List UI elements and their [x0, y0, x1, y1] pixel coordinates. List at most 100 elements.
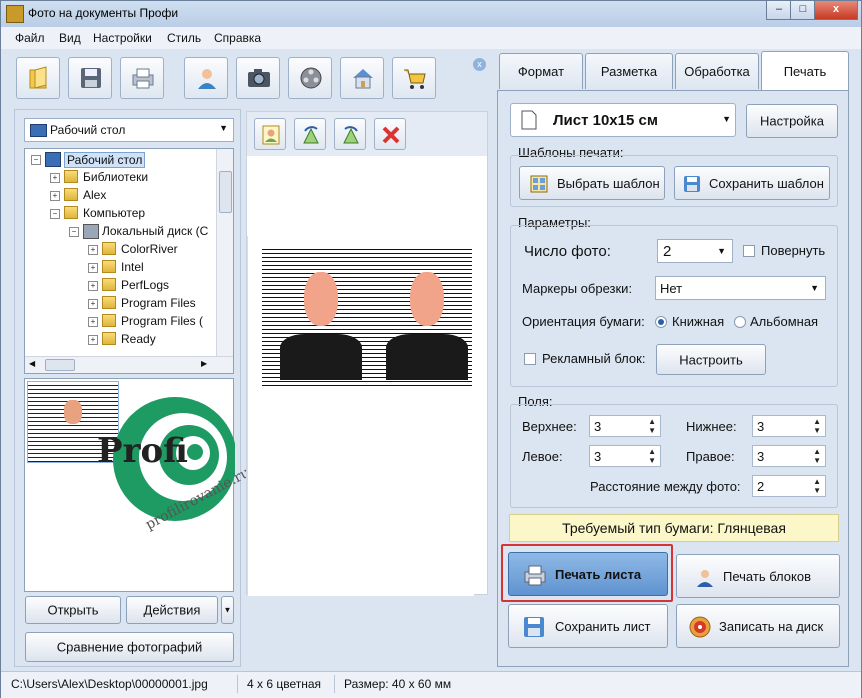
save-button[interactable]	[68, 57, 112, 99]
burn-disk-button[interactable]: Записать на диск	[676, 604, 840, 648]
person-photo-button[interactable]	[184, 57, 228, 99]
crop-marks-combo[interactable]: Нет ▼	[655, 276, 826, 300]
save-sheet-button[interactable]: Сохранить лист	[508, 604, 668, 648]
film-reel-icon	[300, 67, 322, 89]
menu-settings[interactable]: Настройки	[93, 31, 152, 45]
right-margin-spinner[interactable]: 3 ▲ ▼	[752, 445, 826, 467]
ad-block-checkbox[interactable]	[524, 353, 536, 365]
tree-item[interactable]: + Intel	[25, 259, 217, 277]
portrait-icon	[262, 125, 280, 145]
home-button[interactable]	[340, 57, 384, 99]
scroll-thumb[interactable]	[219, 171, 232, 213]
desktop-icon	[45, 152, 61, 167]
cart-button[interactable]	[392, 57, 436, 99]
toolbar-close-icon[interactable]: x	[473, 58, 486, 71]
scroll-left-icon[interactable]: ◀	[29, 359, 35, 368]
left-margin-label: Левое:	[522, 449, 563, 464]
collapse-icon[interactable]: −	[50, 209, 60, 219]
portrait-radio[interactable]	[655, 316, 667, 328]
save-template-button[interactable]: Сохранить шаблон	[674, 166, 830, 200]
actions-button[interactable]: Действия	[126, 596, 218, 624]
chevron-down-icon: ▼	[219, 123, 228, 133]
left-margin-spinner[interactable]: 3 ▲ ▼	[589, 445, 661, 467]
shopping-cart-icon	[404, 69, 426, 89]
menu-help[interactable]: Справка	[214, 31, 261, 45]
collapse-icon[interactable]: −	[69, 227, 79, 237]
menu-view[interactable]: Вид	[59, 31, 81, 45]
portrait-button[interactable]	[254, 118, 286, 150]
film-button[interactable]	[288, 57, 332, 99]
sheet-preview	[247, 236, 474, 596]
expand-icon[interactable]: +	[88, 281, 98, 291]
bottom-margin-spinner[interactable]: 3 ▲ ▼	[752, 415, 826, 437]
tree-item[interactable]: − Рабочий стол	[25, 151, 217, 169]
spin-arrows-icon[interactable]: ▲ ▼	[813, 417, 821, 435]
choose-template-button[interactable]: Выбрать шаблон	[519, 166, 665, 200]
printer-icon	[524, 565, 546, 586]
hscroll-thumb[interactable]	[45, 359, 75, 371]
tree-item-label: PerfLogs	[121, 278, 170, 292]
menu-bar: Файл Вид Настройки Стиль Справка	[1, 27, 861, 49]
open-photo-button[interactable]: Открыть	[25, 596, 121, 624]
tab-print[interactable]: Печать	[761, 51, 849, 91]
location-combo[interactable]: Рабочий стол ▼	[24, 118, 234, 142]
menu-file[interactable]: Файл	[15, 31, 45, 45]
tree-item[interactable]: + Библиотеки	[25, 169, 217, 187]
spin-arrows-icon[interactable]: ▲ ▼	[648, 417, 656, 435]
camera-icon	[248, 69, 270, 87]
print-sheet-button[interactable]: Печать листа	[508, 552, 668, 596]
tab-layout[interactable]: Разметка	[585, 53, 673, 89]
actions-dropdown[interactable]: ▼	[221, 596, 234, 624]
expand-icon[interactable]: +	[88, 335, 98, 345]
photo-count-combo[interactable]: 2 ▼	[657, 239, 733, 263]
expand-icon[interactable]: +	[50, 191, 60, 201]
expand-icon[interactable]: +	[88, 317, 98, 327]
compare-photos-button[interactable]: Сравнение фотографий	[25, 632, 234, 662]
open-button[interactable]	[16, 57, 60, 99]
tree-horizontal-scrollbar[interactable]: ◀ ▶	[25, 356, 233, 373]
expand-icon[interactable]: +	[88, 245, 98, 255]
print-sheet-label: Печать листа	[555, 567, 642, 582]
configure-label: Настроить	[679, 352, 743, 367]
tree-item[interactable]: + Alex	[25, 187, 217, 205]
sheet-size-combo[interactable]: Лист 10x15 см ▼	[510, 103, 736, 137]
rotate-left-button[interactable]	[294, 118, 326, 150]
library-icon	[64, 206, 78, 219]
delete-button[interactable]	[374, 118, 406, 150]
tree-item[interactable]: + ColorRiver	[25, 241, 217, 259]
gap-spinner[interactable]: 2 ▲ ▼	[752, 475, 826, 497]
print-button[interactable]	[120, 57, 164, 99]
tree-item[interactable]: − Локальный диск (C	[25, 223, 217, 241]
close-button[interactable]: x	[814, 1, 858, 20]
top-margin-spinner[interactable]: 3 ▲ ▼	[589, 415, 661, 437]
tree-item-label: Локальный диск (C	[102, 224, 209, 238]
scroll-right-icon[interactable]: ▶	[201, 359, 207, 368]
tree-item[interactable]: + PerfLogs	[25, 277, 217, 295]
rotate-checkbox[interactable]	[743, 245, 755, 257]
tab-format[interactable]: Формат	[499, 53, 583, 89]
shoulders-2	[386, 334, 468, 380]
print-blocks-button[interactable]: Печать блоков	[676, 554, 840, 598]
tab-processing[interactable]: Обработка	[675, 53, 759, 89]
tree-vertical-scrollbar[interactable]	[216, 149, 233, 356]
expand-icon[interactable]: +	[50, 173, 60, 183]
spin-arrows-icon[interactable]: ▲ ▼	[813, 447, 821, 465]
maximize-button[interactable]: □	[790, 1, 816, 20]
collapse-icon[interactable]: −	[31, 155, 41, 165]
tree-item[interactable]: + Program Files	[25, 295, 217, 313]
tree-item[interactable]: + Program Files (	[25, 313, 217, 331]
camera-button[interactable]	[236, 57, 280, 99]
menu-style[interactable]: Стиль	[167, 31, 201, 45]
spin-arrows-icon[interactable]: ▲ ▼	[813, 477, 821, 495]
tree-item[interactable]: − Компьютер	[25, 205, 217, 223]
spin-arrows-icon[interactable]: ▲ ▼	[648, 447, 656, 465]
tree-item[interactable]: + Ready	[25, 331, 217, 349]
photo-count-label: Число фото:	[524, 243, 611, 260]
configure-button[interactable]: Настроить	[656, 344, 766, 375]
expand-icon[interactable]: +	[88, 263, 98, 273]
minimize-button[interactable]: –	[766, 1, 792, 20]
sheet-settings-button[interactable]: Настройка	[746, 104, 838, 138]
landscape-radio[interactable]	[734, 316, 746, 328]
expand-icon[interactable]: +	[88, 299, 98, 309]
rotate-right-button[interactable]	[334, 118, 366, 150]
